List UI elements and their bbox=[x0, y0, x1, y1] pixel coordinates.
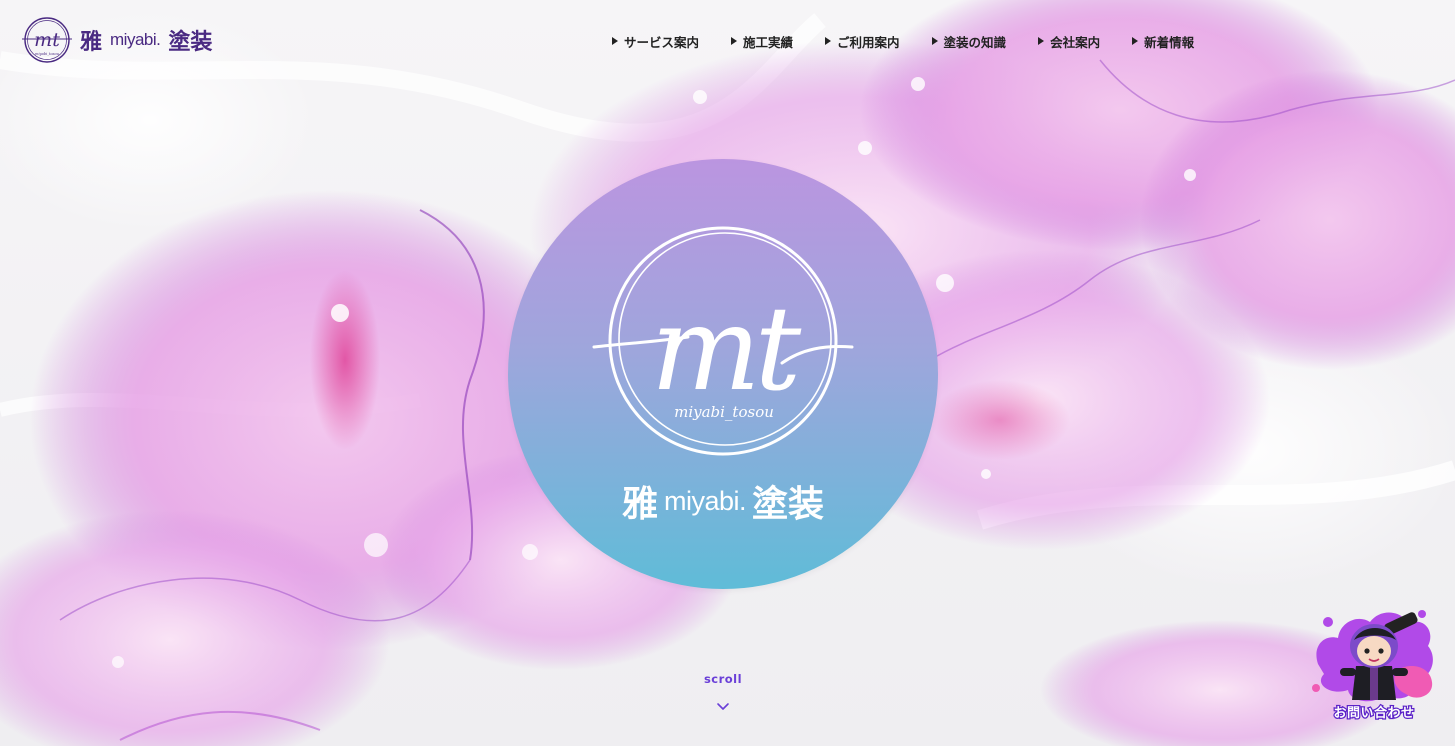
caret-right-icon bbox=[731, 37, 738, 45]
hero-kanji-miyabi: 雅 bbox=[621, 483, 658, 525]
hero-emblem: mt miyabi_tosou 雅 miyabi. 塗装 bbox=[508, 159, 938, 589]
logo-monogram-icon: mt miyabi_tosou bbox=[22, 15, 72, 65]
logo-monogram-text: mt bbox=[34, 29, 60, 51]
caret-right-icon bbox=[1038, 37, 1045, 45]
logo-kanji-tosou: 塗装 bbox=[168, 29, 213, 55]
nav-item-label: 会社案内 bbox=[1050, 34, 1101, 50]
hero-monogram-caption: miyabi_tosou bbox=[674, 403, 774, 421]
nav-item-guide[interactable]: ご利用案内 bbox=[825, 30, 900, 52]
hero-wordmark: 雅 miyabi. 塗装 bbox=[508, 475, 938, 527]
caret-right-icon bbox=[931, 37, 938, 45]
logo-kanji-miyabi: 雅 bbox=[80, 29, 103, 55]
chevron-down-icon bbox=[717, 703, 729, 710]
scroll-label: scroll bbox=[703, 672, 743, 686]
scroll-indicator[interactable]: scroll bbox=[693, 672, 753, 712]
nav-item-label: サービス案内 bbox=[624, 34, 700, 50]
contact-float-button[interactable]: お問い合わせ bbox=[1310, 604, 1438, 728]
caret-right-icon bbox=[825, 37, 832, 45]
nav-item-knowledge[interactable]: 塗装の知識 bbox=[931, 30, 1007, 52]
nav-item-company[interactable]: 会社案内 bbox=[1038, 30, 1100, 52]
hero-monogram-text: mt bbox=[651, 282, 802, 417]
hero-kanji-tosou: 塗装 bbox=[752, 483, 825, 525]
caret-right-icon bbox=[1132, 37, 1139, 45]
hero-monogram-icon: mt miyabi_tosou bbox=[592, 226, 854, 456]
nav-item-label: 新着情報 bbox=[1144, 34, 1195, 50]
logo-latin-miyabi: miyabi. bbox=[110, 30, 161, 49]
nav-item-label: 塗装の知識 bbox=[943, 34, 1007, 50]
nav-item-works[interactable]: 施工実績 bbox=[731, 30, 793, 52]
nav-item-label: 施工実績 bbox=[743, 34, 794, 50]
nav-item-news[interactable]: 新着情報 bbox=[1132, 30, 1194, 52]
mascot-character-icon bbox=[1312, 610, 1433, 702]
global-nav: サービス案内 施工実績 ご利用案内 塗装の知識 会社案内 新着情報 bbox=[612, 30, 1194, 52]
contact-label: お問い合わせ bbox=[1332, 705, 1415, 723]
nav-item-label: ご利用案内 bbox=[837, 34, 900, 50]
site-logo[interactable]: mt miyabi_tosou 雅 miyabi. 塗装 bbox=[22, 14, 212, 66]
site-header: mt miyabi_tosou 雅 miyabi. 塗装 サービス案内 施工実績… bbox=[0, 0, 1455, 82]
caret-right-icon bbox=[612, 37, 618, 45]
hero-latin-miyabi: miyabi. bbox=[663, 485, 747, 516]
nav-item-services[interactable]: サービス案内 bbox=[612, 30, 699, 52]
logo-monogram-caption: miyabi_tosou bbox=[35, 52, 60, 56]
